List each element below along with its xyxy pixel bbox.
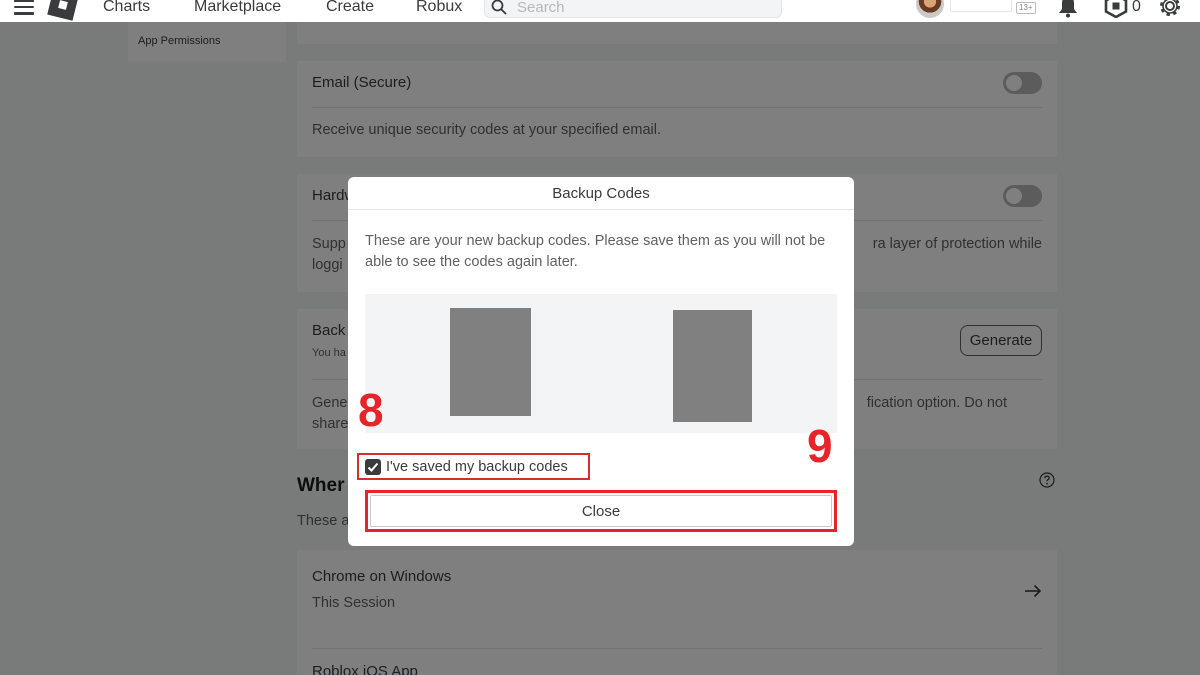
age-badge: 13+ — [1016, 2, 1036, 14]
nav-link-marketplace[interactable]: Marketplace — [194, 0, 281, 16]
close-button-highlight: Close — [365, 490, 837, 532]
nav-link-robux[interactable]: Robux — [416, 0, 462, 16]
step-number-8: 8 — [358, 384, 384, 436]
backup-codes-modal: Backup Codes These are your new backup c… — [348, 177, 854, 546]
top-navigation-bar: Charts Marketplace Create Robux Search 1… — [0, 0, 1200, 22]
close-button[interactable]: Close — [370, 495, 832, 527]
backup-codes-area — [365, 294, 837, 433]
saved-codes-checkbox-row[interactable]: I've saved my backup codes — [357, 453, 590, 480]
backup-codes-redacted-right — [673, 310, 752, 422]
search-input[interactable]: Search — [484, 0, 782, 18]
notifications-bell-icon[interactable] — [1057, 0, 1079, 18]
backup-codes-redacted-left — [450, 308, 531, 416]
search-icon — [491, 0, 507, 15]
modal-header: Backup Codes — [348, 177, 854, 210]
saved-codes-checkbox-label: I've saved my backup codes — [386, 459, 568, 475]
robux-count: 0 — [1132, 0, 1141, 15]
hamburger-menu-icon[interactable] — [14, 0, 34, 15]
nav-link-charts[interactable]: Charts — [103, 0, 150, 16]
step-number-9: 9 — [807, 420, 833, 472]
saved-codes-checkbox[interactable] — [365, 459, 381, 475]
checkmark-icon — [367, 462, 379, 472]
gear-icon[interactable] — [1158, 0, 1182, 18]
modal-message: These are your new backup codes. Please … — [365, 233, 826, 270]
roblox-logo-icon[interactable] — [47, 0, 79, 21]
search-placeholder: Search — [517, 0, 565, 16]
username-box[interactable] — [950, 0, 1012, 12]
nav-link-create[interactable]: Create — [326, 0, 374, 16]
modal-title: Backup Codes — [552, 185, 650, 202]
avatar[interactable] — [916, 0, 944, 18]
robux-icon[interactable] — [1104, 0, 1128, 18]
